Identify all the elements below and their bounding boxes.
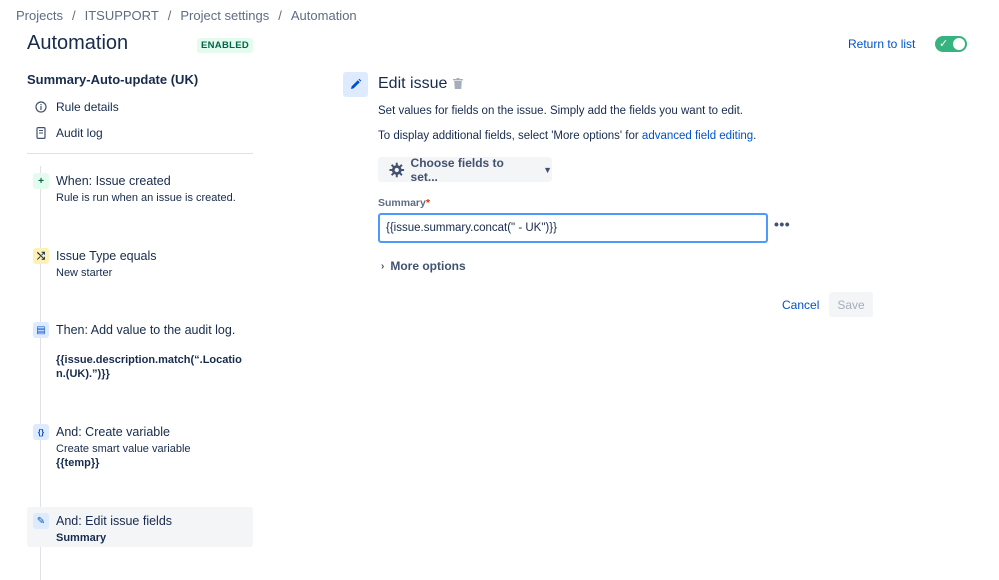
more-options-toggle[interactable]: › More options xyxy=(381,259,466,273)
step-subtitle: Summary xyxy=(56,532,107,544)
pencil-icon: ✎ xyxy=(33,513,49,529)
advanced-field-editing-link[interactable]: advanced field editing xyxy=(642,130,753,142)
step-title: And: Create variable xyxy=(56,425,170,439)
cancel-button[interactable]: Cancel xyxy=(776,293,825,317)
choose-fields-button[interactable]: Choose fields to set... ▼ xyxy=(378,155,552,184)
sidebar-item-label: Rule details xyxy=(56,100,119,114)
chevron-down-icon: ▼ xyxy=(543,164,552,175)
choose-fields-label: Choose fields to set... xyxy=(410,155,504,184)
breadcrumb-automation[interactable]: Automation xyxy=(291,8,357,23)
rule-step-condition[interactable]: ⤭ Issue Type equals New starter xyxy=(27,248,253,288)
rule-step-edit-issue[interactable]: ✎ And: Edit issue fields Summary xyxy=(27,507,253,547)
return-to-list-link[interactable]: Return to list xyxy=(848,37,915,51)
toggle-knob xyxy=(953,38,965,50)
editor-description-advanced: To display additional fields, select 'Mo… xyxy=(378,130,756,142)
rule-step-create-variable[interactable]: {} And: Create variable Create smart val… xyxy=(27,424,253,474)
info-icon xyxy=(34,100,48,114)
step-subtitle: New starter xyxy=(56,267,113,279)
editor-description: Set values for fields on the issue. Simp… xyxy=(378,105,744,117)
more-options-label: More options xyxy=(390,259,466,273)
step-subtitle: Rule is run when an issue is created. xyxy=(56,192,236,204)
page-title: Automation xyxy=(27,32,129,54)
document-icon xyxy=(34,126,48,140)
sidebar-item-audit-log[interactable]: Audit log xyxy=(34,126,103,140)
chevron-right-icon: › xyxy=(381,260,385,272)
step-title: When: Issue created xyxy=(56,174,171,188)
breadcrumb: Projects / ITSUPPORT / Project settings … xyxy=(16,8,357,23)
divider xyxy=(27,153,253,154)
sidebar-item-label: Audit log xyxy=(56,126,103,140)
summary-field-label: Summary* xyxy=(378,197,430,209)
step-subtitle: {{issue.description.match(“.Location.(UK… xyxy=(56,354,242,380)
breadcrumb-separator: / xyxy=(71,8,76,23)
step-title: And: Edit issue fields xyxy=(56,514,173,528)
breadcrumb-separator: / xyxy=(167,8,172,23)
sidebar-item-rule-details[interactable]: Rule details xyxy=(34,100,119,114)
editor-title: Edit issue xyxy=(378,75,448,92)
rule-step-trigger[interactable]: + When: Issue created Rule is run when a… xyxy=(27,173,253,213)
edit-pencil-icon xyxy=(343,72,368,97)
trash-icon[interactable] xyxy=(453,78,463,89)
more-actions-icon[interactable]: ••• xyxy=(774,216,790,232)
save-button[interactable]: Save xyxy=(829,292,873,317)
status-badge: ENABLED xyxy=(197,38,254,53)
audit-document-icon: ▤ xyxy=(33,322,49,338)
breadcrumb-separator: / xyxy=(278,8,282,23)
summary-input[interactable] xyxy=(378,213,768,243)
required-indicator: * xyxy=(425,197,430,209)
gear-icon xyxy=(389,162,405,177)
breadcrumb-project-settings[interactable]: Project settings xyxy=(180,8,269,23)
description-text: To display additional fields, select 'Mo… xyxy=(378,130,642,142)
step-title: Issue Type equals xyxy=(56,249,157,263)
rule-enabled-toggle[interactable]: ✓ xyxy=(935,36,967,52)
description-suffix: . xyxy=(753,130,757,142)
rule-name: Summary-Auto-update (UK) xyxy=(27,72,199,87)
shuffle-icon: ⤭ xyxy=(33,248,49,264)
rule-step-audit-action[interactable]: ▤ Then: Add value to the audit log. {{is… xyxy=(27,322,253,382)
plus-icon: + xyxy=(33,173,49,189)
braces-icon: {} xyxy=(33,424,49,440)
step-subtitle: Create smart value variable xyxy=(56,443,191,455)
breadcrumb-projects[interactable]: Projects xyxy=(16,8,63,23)
check-icon: ✓ xyxy=(939,38,949,50)
step-title: Then: Add value to the audit log. xyxy=(56,323,236,337)
field-label-text: Summary xyxy=(378,197,426,209)
step-variable-name: {{temp}} xyxy=(56,457,100,469)
breadcrumb-itsupport[interactable]: ITSUPPORT xyxy=(85,8,159,23)
